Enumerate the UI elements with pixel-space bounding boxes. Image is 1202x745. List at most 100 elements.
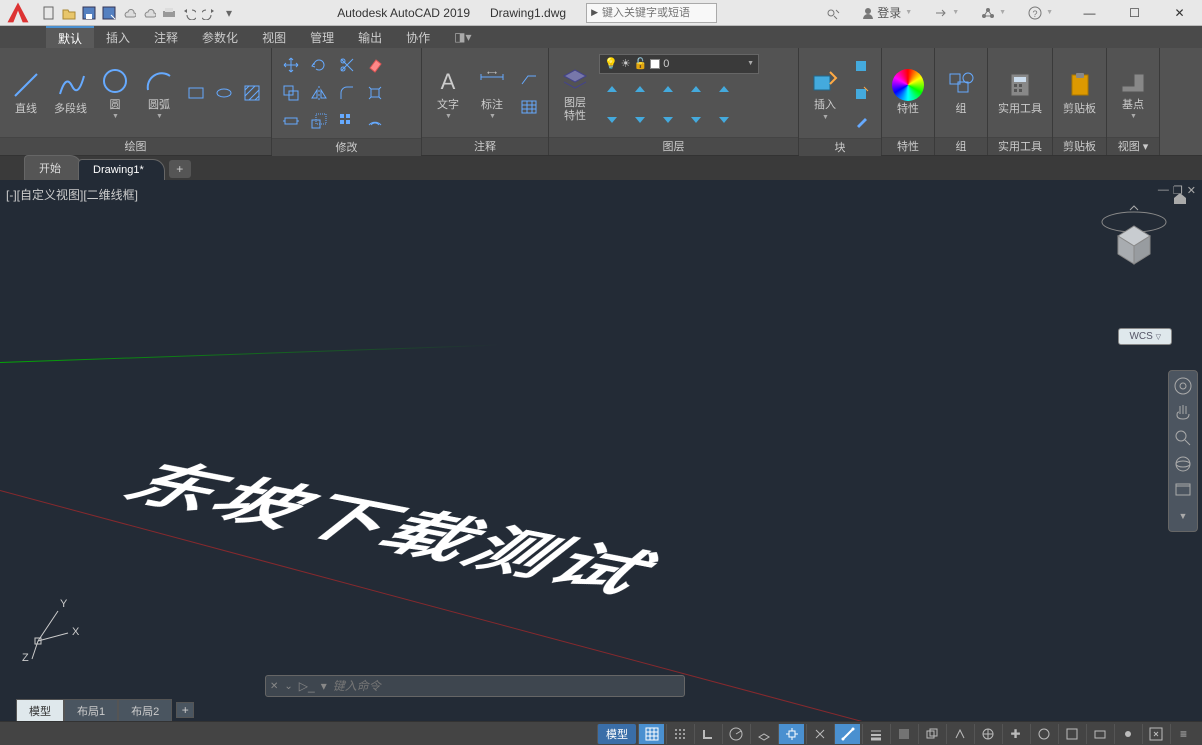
copy-icon[interactable] [278,80,304,106]
status-cleanscreen-icon[interactable] [1142,724,1168,744]
polyline-button[interactable]: 多段线 [50,67,91,117]
edit-block-icon[interactable] [849,80,875,106]
pan-icon[interactable] [1172,401,1194,423]
new-icon[interactable] [40,4,58,22]
redo-icon[interactable] [200,4,218,22]
panel-annot-title[interactable]: 注释 [422,137,548,155]
array-icon[interactable] [334,108,360,134]
layout-tab-model[interactable]: 模型 [16,699,64,722]
clipboard-button[interactable]: 剪贴板 [1059,67,1100,117]
insert-block-button[interactable]: 插入▼ [805,63,845,122]
search-box[interactable]: ▶ [586,3,717,23]
offset-icon[interactable] [362,108,388,134]
status-hardware-icon[interactable] [1086,724,1112,744]
layer-lock-icon[interactable] [683,77,709,103]
infocenter-search-button[interactable] [820,4,846,22]
table-icon[interactable] [516,94,542,120]
orbit-icon[interactable] [1172,453,1194,475]
layer-match-icon[interactable] [711,77,737,103]
layout-tab-layout1[interactable]: 布局1 [64,699,118,722]
cmdline-customize-icon[interactable]: ⌄ [284,681,292,692]
layer-prev-icon[interactable] [711,106,737,132]
scale-icon[interactable] [306,108,332,134]
help-icon[interactable]: ?▼ [1022,4,1059,22]
status-lineweight-icon[interactable] [862,724,888,744]
rotate-icon[interactable] [306,52,332,78]
status-3dosnap-icon[interactable] [806,724,832,744]
status-annomon-icon[interactable]: ✚ [1002,724,1028,744]
tab-output[interactable]: 输出 [346,26,394,48]
utilities-button[interactable]: 实用工具 [994,67,1046,117]
panel-draw-title[interactable]: 绘图 [0,137,271,155]
layer-uniso-icon[interactable] [627,106,653,132]
explode-icon[interactable] [362,80,388,106]
panel-block-title[interactable]: 块 [799,138,881,156]
signin-button[interactable]: 登录 ▼ [856,2,918,23]
drawing-canvas[interactable]: [-][自定义视图][二维线框] — ❐ ✕ 东坡下载测试 WCS ▽ ▼ X … [0,180,1202,721]
leader-icon[interactable] [516,66,542,92]
line-button[interactable]: 直线 [6,67,46,117]
search-input[interactable] [602,7,712,19]
saveas-icon[interactable] [100,4,118,22]
tab-annotate[interactable]: 注释 [142,26,190,48]
maximize-button[interactable]: ☐ [1112,0,1157,26]
stretch-icon[interactable] [278,108,304,134]
app-logo[interactable] [0,0,36,31]
open-icon[interactable] [60,4,78,22]
layout-tab-layout2[interactable]: 布局2 [118,699,172,722]
status-transparency-icon[interactable] [890,724,916,744]
group-button[interactable]: 组 [941,67,981,117]
status-isodraft-icon[interactable] [750,724,776,744]
mirror-icon[interactable] [306,80,332,106]
status-qprops-icon[interactable] [1058,724,1084,744]
status-snap-icon[interactable] [666,724,692,744]
command-input[interactable] [333,679,680,693]
minimize-button[interactable]: — [1067,0,1112,26]
nav-dropdown-icon[interactable]: ▼ [1172,505,1194,527]
full-nav-wheel-icon[interactable] [1172,375,1194,397]
featured-apps-icon[interactable]: ◨▾ [446,26,479,48]
status-model[interactable]: 模型 [597,724,636,744]
layer-iso-icon[interactable] [627,77,653,103]
layer-thaw-icon[interactable] [655,106,681,132]
panel-props-title[interactable]: 特性 [882,137,934,155]
status-customize-icon[interactable]: ≡ [1170,724,1196,744]
drawing-text-object[interactable]: 东坡下载测试 [109,440,668,607]
status-cycling-icon[interactable] [918,724,944,744]
save-icon[interactable] [80,4,98,22]
text-button[interactable]: A文字▼ [428,63,468,122]
command-line[interactable]: ✕ ⌄ ▷_ ▾ [265,675,685,697]
status-annoscale-icon[interactable] [946,724,972,744]
edit-attr-icon[interactable] [849,108,875,134]
cmdline-close-icon[interactable]: ✕ [270,681,278,692]
create-block-icon[interactable] [849,52,875,78]
trim-icon[interactable] [334,52,360,78]
doctab-drawing1[interactable]: Drawing1* [78,159,165,180]
vp-close-icon[interactable]: ✕ [1187,184,1196,197]
cloud-open-icon[interactable] [120,4,138,22]
home-icon[interactable] [1172,190,1188,206]
layer-freeze-icon[interactable] [655,77,681,103]
layer-dropdown[interactable]: 💡 ☀ 🔓 0 ▼ [599,54,759,74]
fillet-icon[interactable] [334,80,360,106]
ellipse-icon[interactable] [211,80,237,106]
wcs-badge[interactable]: WCS ▽ [1118,328,1172,345]
tab-manage[interactable]: 管理 [298,26,346,48]
qat-dropdown-icon[interactable]: ▾ [220,4,238,22]
plot-icon[interactable] [160,4,178,22]
tab-default[interactable]: 默认 [46,26,94,48]
base-view-button[interactable]: 基点▼ [1113,63,1153,122]
status-osnap-icon[interactable] [778,724,804,744]
status-isolate-icon[interactable] [1114,724,1140,744]
layer-on-icon[interactable] [599,106,625,132]
ucs-icon[interactable]: X Y Z [20,591,90,661]
tab-insert[interactable]: 插入 [94,26,142,48]
panel-group-title[interactable]: 组 [935,137,987,155]
status-otrack-icon[interactable] [834,724,860,744]
panel-layer-title[interactable]: 图层 [549,137,798,155]
panel-modify-title[interactable]: 修改 [272,138,421,156]
panel-view-title[interactable]: 视图 ▾ [1107,137,1159,155]
tab-parametric[interactable]: 参数化 [190,26,250,48]
hatch-icon[interactable] [239,80,265,106]
tab-view[interactable]: 视图 [250,26,298,48]
